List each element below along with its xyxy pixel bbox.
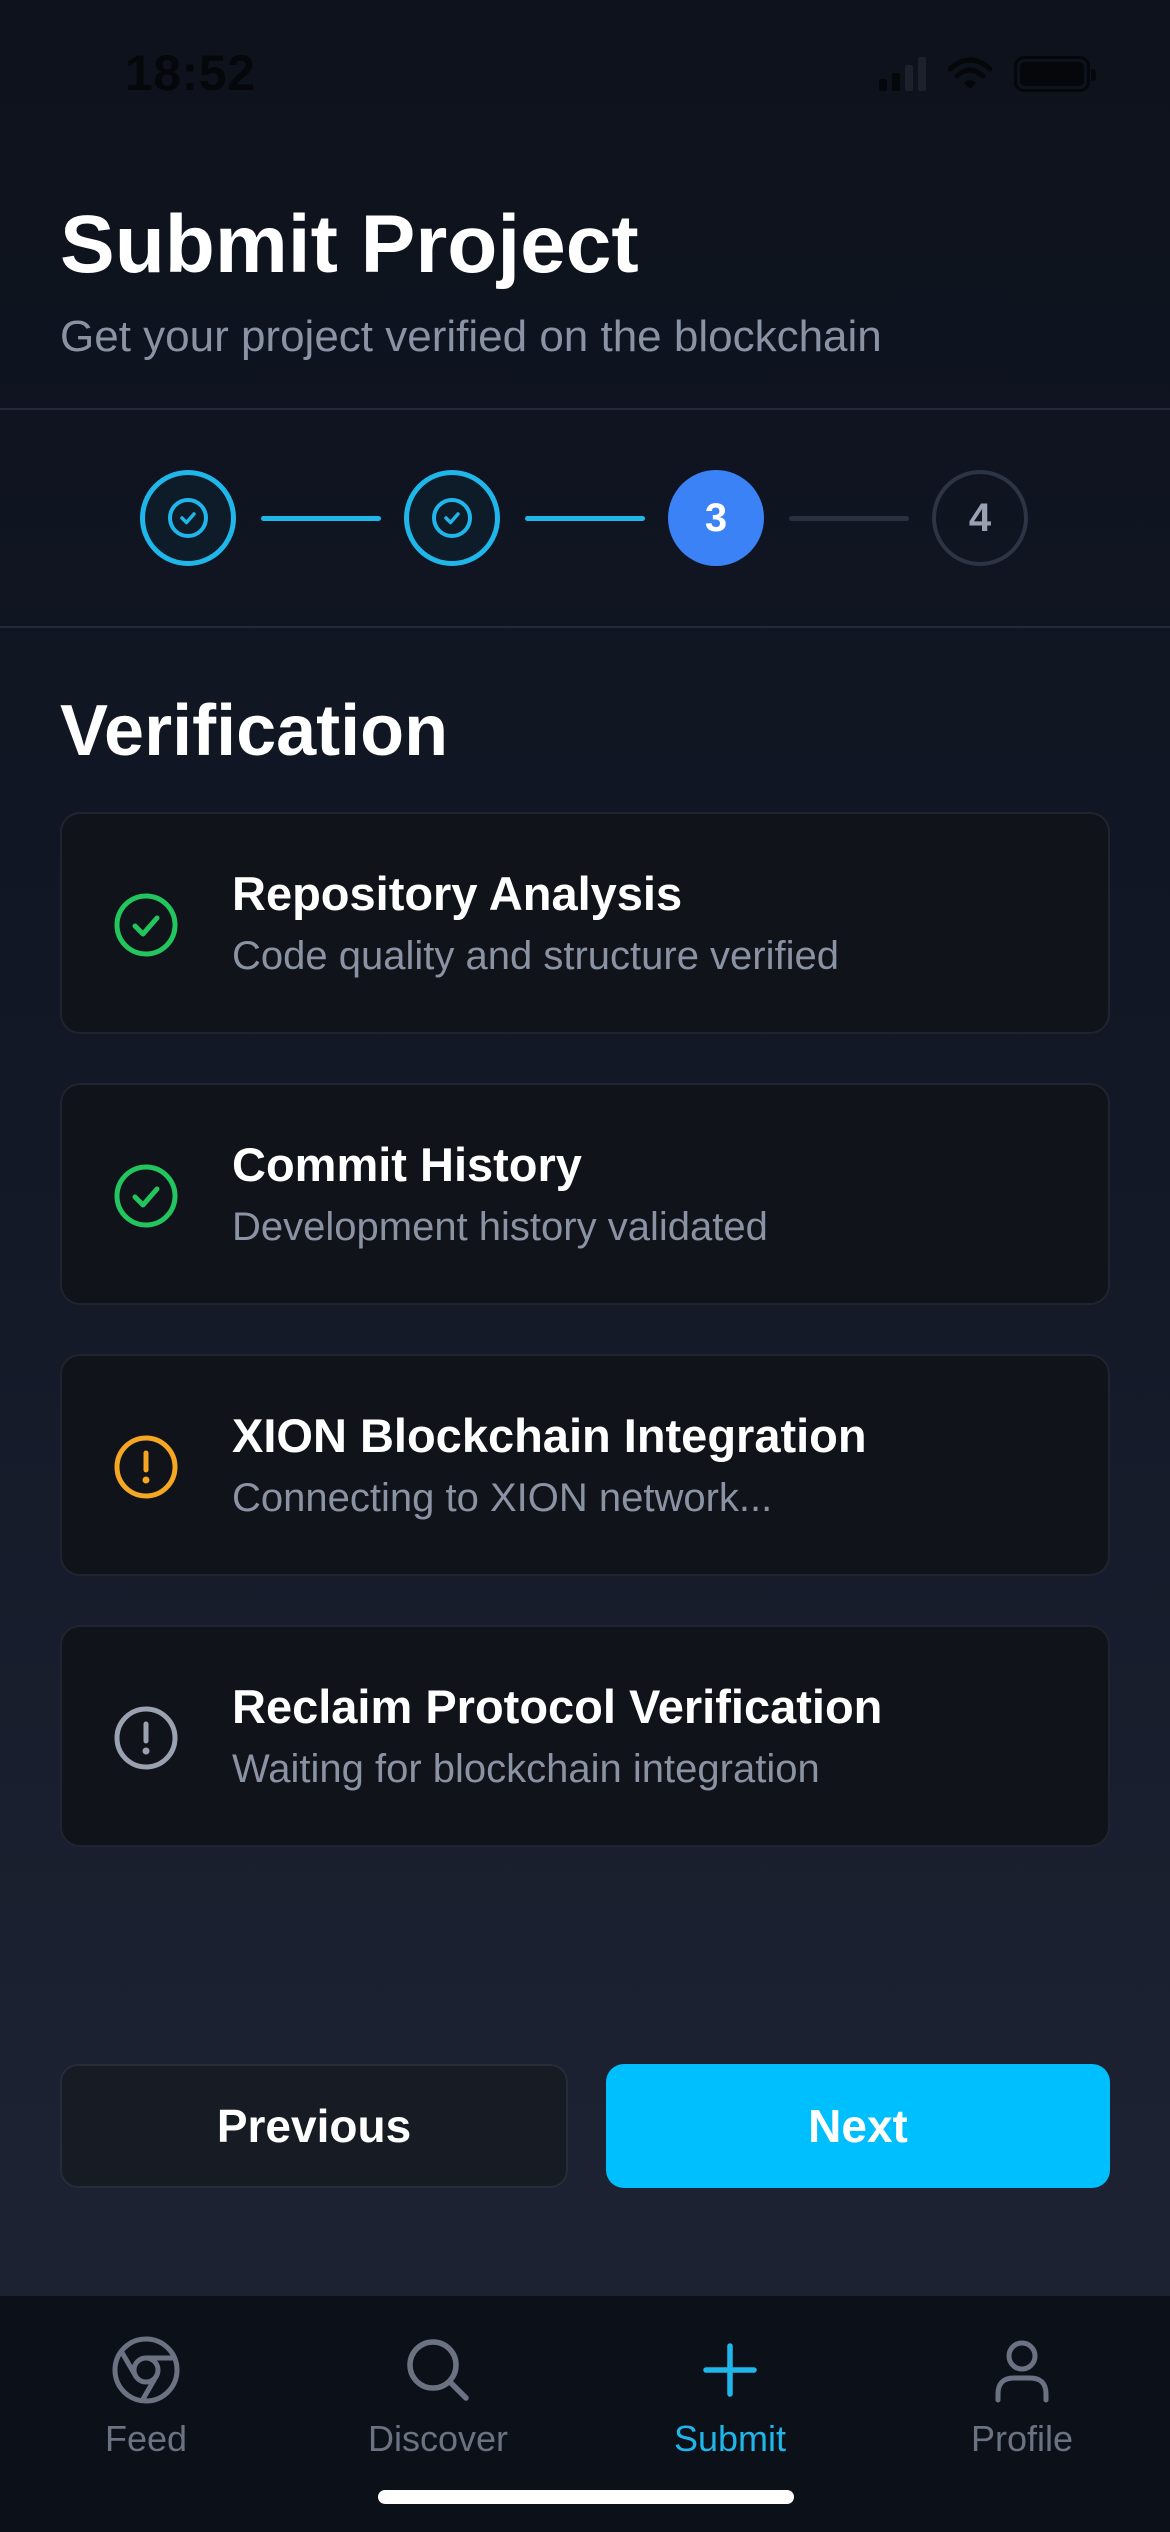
verification-description: Waiting for blockchain integration [232,1747,820,1791]
page-title: Submit Project [60,199,639,290]
next-button[interactable]: Next [606,2064,1110,2188]
step-4-pending: 4 [932,470,1028,566]
step-2-complete [404,470,500,566]
check-circle-icon [114,1164,178,1228]
status-bar: 18:52 [0,0,1170,150]
status-icons [879,56,1096,92]
cellular-signal-icon [879,57,926,91]
progress-stepper: 3 4 [140,470,1030,566]
divider [0,626,1170,628]
verification-description: Connecting to XION network... [232,1476,773,1520]
wifi-icon [948,57,992,89]
step-connector [789,516,909,521]
page-header: Submit Project Get your project verified… [60,199,1110,362]
home-indicator [378,2490,794,2504]
tab-discover[interactable]: Discover [318,2332,558,2460]
step-3-active: 3 [668,470,764,566]
verification-title: Repository Analysis [232,867,683,920]
verification-title: Reclaim Protocol Verification [232,1680,883,1733]
status-time: 18:52 [125,45,256,101]
search-icon [407,2339,469,2401]
tab-feed[interactable]: Feed [26,2332,266,2460]
tab-label: Submit [673,2418,787,2459]
battery-icon [1014,56,1096,92]
verification-item-xion-integration: XION Blockchain Integration Connecting t… [60,1354,1110,1576]
verification-description: Development history validated [232,1205,768,1249]
previous-button[interactable]: Previous [60,2064,568,2188]
page-subtitle: Get your project verified on the blockch… [60,312,882,362]
step-1-complete [140,470,236,566]
step-connector [261,516,381,521]
alert-circle-icon [114,1435,178,1499]
check-circle-icon [114,893,178,957]
divider [0,408,1170,410]
tab-label: Discover [367,2418,509,2459]
verification-item-commit-history: Commit History Development history valid… [60,1083,1110,1305]
tab-submit[interactable]: Submit [610,2332,850,2460]
check-icon [180,512,196,525]
tab-profile[interactable]: Profile [902,2332,1142,2460]
alert-circle-icon [114,1706,178,1770]
plus-icon [703,2343,757,2397]
tab-label: Feed [104,2418,188,2459]
verification-title: Commit History [232,1138,582,1191]
step-number: 4 [968,495,992,540]
user-icon [995,2340,1049,2403]
verification-item-reclaim-protocol: Reclaim Protocol Verification Waiting fo… [60,1625,1110,1847]
verification-title: XION Blockchain Integration [232,1409,867,1462]
verification-item-repository-analysis: Repository Analysis Code quality and str… [60,812,1110,1034]
section-title: Verification [60,691,449,771]
check-icon [444,512,460,525]
tab-label: Profile [970,2418,1074,2459]
verification-description: Code quality and structure verified [232,934,839,978]
step-number: 3 [704,495,728,540]
step-connector [525,516,645,521]
chrome-icon [112,2336,180,2404]
